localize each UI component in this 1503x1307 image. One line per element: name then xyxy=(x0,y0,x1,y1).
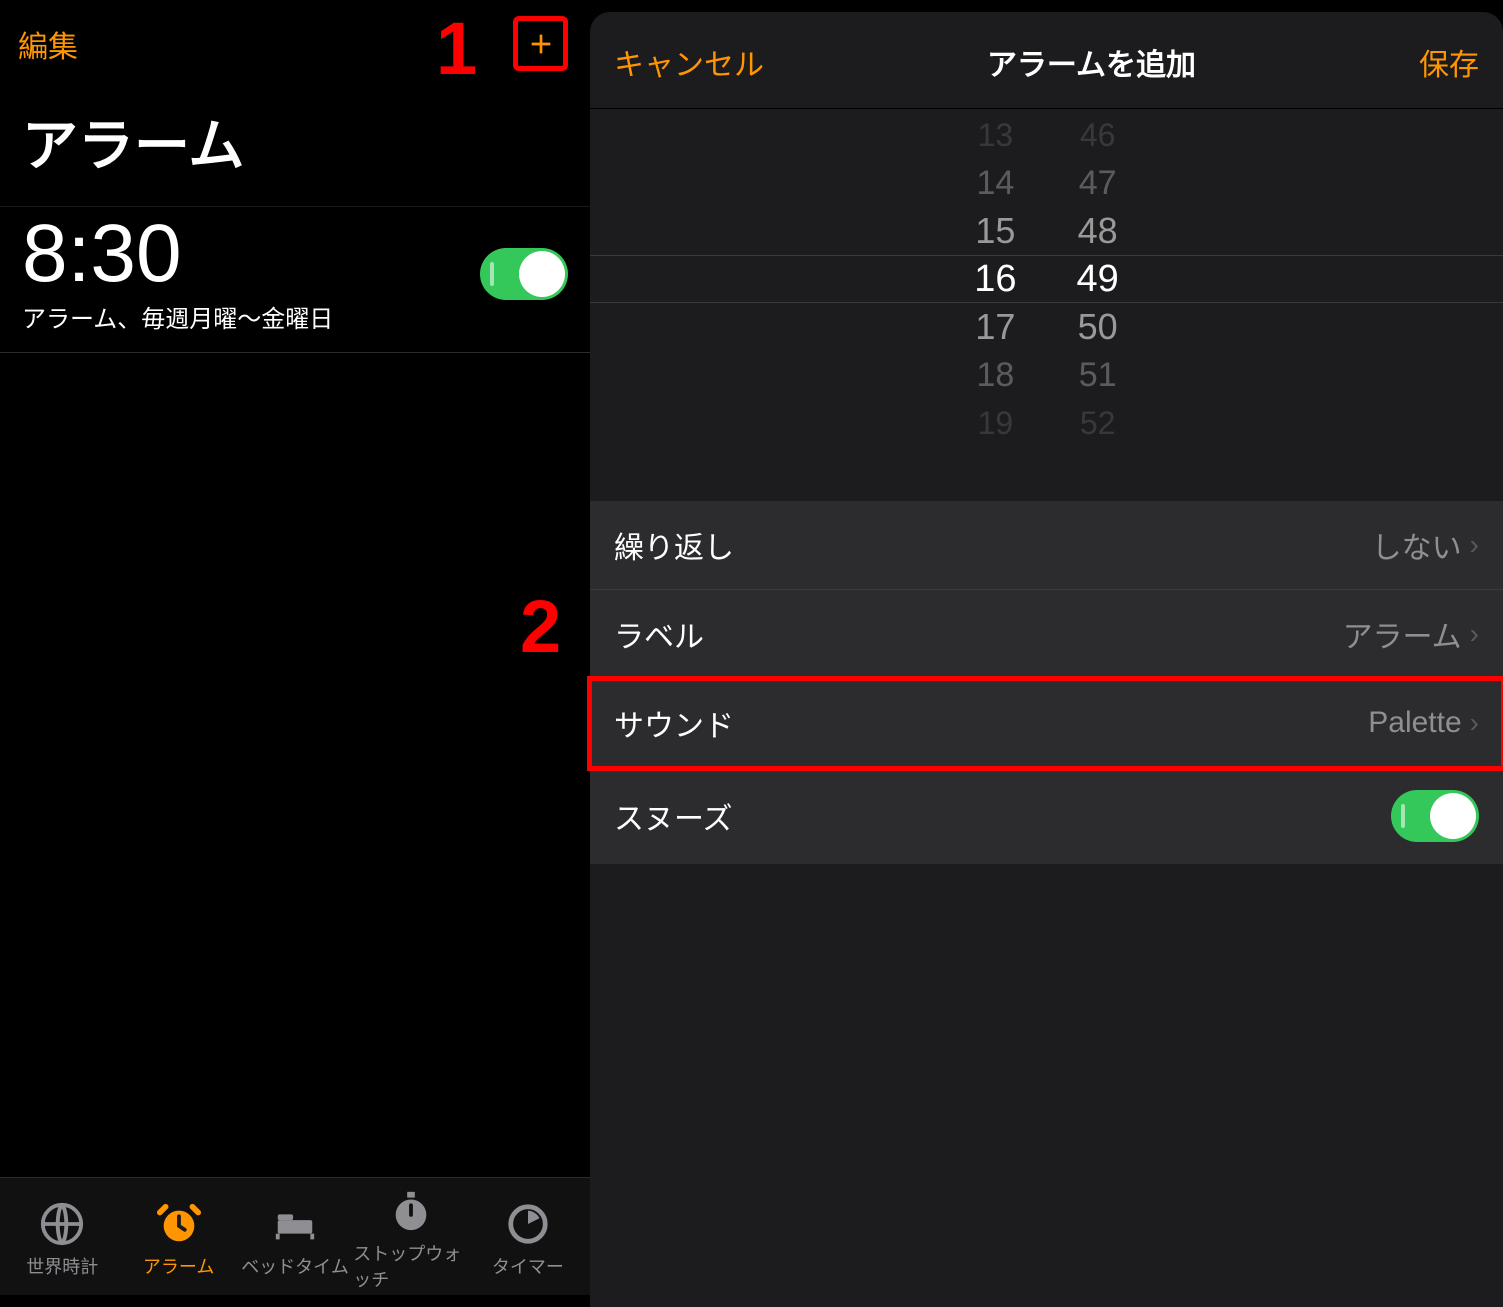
sheet-title: アラームを追加 xyxy=(987,40,1196,84)
tab-label: タイマー xyxy=(492,1253,564,1279)
setting-value: Palette › xyxy=(1368,706,1479,740)
annotation-2: 2 xyxy=(520,584,561,669)
alarm-row[interactable]: 8:30 アラーム、毎週月曜〜金曜日 xyxy=(0,206,590,353)
picker-value: 14 xyxy=(974,159,1016,207)
picker-value-selected: 49 xyxy=(1077,255,1119,303)
alarm-header: 編集 xyxy=(0,0,590,81)
setting-label: ラベル xyxy=(614,612,704,656)
minute-column[interactable]: 46 47 48 49 50 51 52 xyxy=(1077,111,1119,447)
alarm-clock-icon xyxy=(156,1201,202,1247)
tab-bedtime[interactable]: ベッドタイム xyxy=(237,1201,353,1279)
hour-column[interactable]: 13 14 15 16 17 18 19 xyxy=(974,111,1016,447)
setting-value: しない › xyxy=(1372,523,1479,567)
timer-icon xyxy=(505,1201,551,1247)
tab-world-clock[interactable]: 世界時計 xyxy=(4,1201,120,1279)
alarm-settings-list: 繰り返し しない › ラベル アラーム › サウンド Palette › スヌー… xyxy=(590,501,1503,864)
picker-value: 19 xyxy=(974,399,1016,447)
repeat-row[interactable]: 繰り返し しない › xyxy=(590,501,1503,590)
picker-value: 17 xyxy=(974,303,1016,351)
sheet-header: キャンセル アラームを追加 保存 xyxy=(590,12,1503,109)
snooze-row: スヌーズ xyxy=(590,768,1503,864)
tab-label: 世界時計 xyxy=(26,1253,98,1279)
alarm-toggle[interactable] xyxy=(480,248,568,300)
tab-label: ストップウォッチ xyxy=(353,1240,469,1292)
add-alarm-button[interactable] xyxy=(513,16,568,71)
picker-value: 51 xyxy=(1077,351,1119,399)
sound-row[interactable]: サウンド Palette › xyxy=(590,679,1503,768)
add-alarm-sheet: キャンセル アラームを追加 保存 13 14 15 16 17 18 19 46… xyxy=(590,12,1503,1307)
tab-timer[interactable]: タイマー xyxy=(470,1201,586,1279)
chevron-right-icon: › xyxy=(1470,707,1479,739)
tab-label: ベッドタイム xyxy=(241,1253,349,1279)
edit-button[interactable]: 編集 xyxy=(18,22,78,66)
plus-icon xyxy=(525,28,557,60)
alarm-info: 8:30 アラーム、毎週月曜〜金曜日 xyxy=(22,213,333,334)
setting-label: スヌーズ xyxy=(614,794,733,838)
picker-value: 15 xyxy=(974,207,1016,255)
picker-value: 46 xyxy=(1077,111,1119,159)
tab-label: アラーム xyxy=(143,1253,214,1279)
tab-alarm[interactable]: アラーム xyxy=(120,1201,236,1279)
chevron-right-icon: › xyxy=(1470,618,1479,650)
picker-value: 50 xyxy=(1077,303,1119,351)
chevron-right-icon: › xyxy=(1470,529,1479,561)
picker-value: 18 xyxy=(974,351,1016,399)
tab-bar: 世界時計 アラーム ベッドタイム ストップウォッチ タイマー xyxy=(0,1177,590,1295)
picker-value: 13 xyxy=(974,111,1016,159)
picker-value-selected: 16 xyxy=(974,255,1016,303)
bed-icon xyxy=(272,1201,318,1247)
picker-value: 48 xyxy=(1077,207,1119,255)
stopwatch-icon xyxy=(388,1188,434,1234)
save-button[interactable]: 保存 xyxy=(1419,40,1479,84)
setting-label: サウンド xyxy=(614,701,734,745)
alarm-subtitle: アラーム、毎週月曜〜金曜日 xyxy=(22,299,333,334)
cancel-button[interactable]: キャンセル xyxy=(614,40,764,84)
time-picker[interactable]: 13 14 15 16 17 18 19 46 47 48 49 50 51 5… xyxy=(590,109,1503,449)
picker-value: 47 xyxy=(1077,159,1119,207)
alarm-list-screen: 編集 1 アラーム 8:30 アラーム、毎週月曜〜金曜日 2 世界時計 アラーム… xyxy=(0,0,590,1295)
label-row[interactable]: ラベル アラーム › xyxy=(590,590,1503,679)
setting-value: アラーム › xyxy=(1343,612,1479,656)
setting-label: 繰り返し xyxy=(614,523,734,567)
tab-stopwatch[interactable]: ストップウォッチ xyxy=(353,1188,469,1292)
annotation-1: 1 xyxy=(436,6,477,91)
alarm-time: 8:30 xyxy=(22,213,333,295)
page-title: アラーム xyxy=(0,81,590,206)
snooze-toggle[interactable] xyxy=(1391,790,1479,842)
picker-selection-indicator xyxy=(590,255,1503,303)
globe-icon xyxy=(39,1201,85,1247)
picker-value: 52 xyxy=(1077,399,1119,447)
